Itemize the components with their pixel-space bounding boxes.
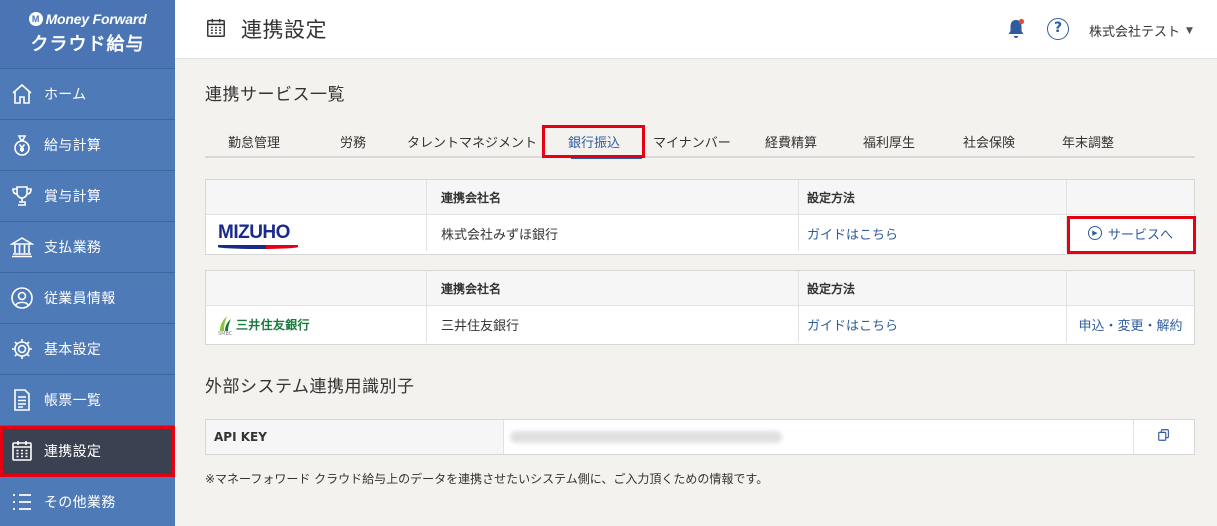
bank-name: 三井住友銀行 xyxy=(441,318,520,334)
mizuho-logo: MIZUHO xyxy=(218,222,298,249)
gear-icon xyxy=(10,337,34,361)
page-title: 連携設定 xyxy=(241,18,327,42)
main-content: 連携サービス一覧 勤怠管理 労務 タレントマネジメント 銀行振込 マイナンバー … xyxy=(175,59,1217,526)
smbc-logo-sub: SMBC xyxy=(218,331,233,337)
sidebar-item-employees[interactable]: 従業員情報 xyxy=(0,273,175,324)
sidebar-item-label: ホーム xyxy=(44,87,87,103)
tab-expenses[interactable]: 経費精算 xyxy=(765,132,817,151)
tab-year-end[interactable]: 年末調整 xyxy=(1062,132,1114,151)
sidebar-item-label: 賞与計算 xyxy=(44,189,102,205)
sidebar-item-bonus[interactable]: 賞与計算 xyxy=(0,171,175,222)
smbc-mark-icon: SMBC xyxy=(218,314,233,337)
table-header-row: 連携会社名 設定方法 xyxy=(206,271,1194,306)
top-header: 連携設定 ? 株式会社テスト ▼ xyxy=(175,0,1217,59)
sidebar-item-label: 連携設定 xyxy=(44,444,102,460)
api-key-masked xyxy=(510,431,782,443)
api-key-value[interactable] xyxy=(504,420,1134,454)
column-header-method: 設定方法 xyxy=(807,281,856,296)
sidebar-item-payment[interactable]: 支払業務 xyxy=(0,222,175,273)
service-tabs: 勤怠管理 労務 タレントマネジメント 銀行振込 マイナンバー 経費精算 福利厚生… xyxy=(205,125,1195,159)
brand-product: クラウド給与 xyxy=(30,34,145,55)
sidebar-item-integration-settings[interactable]: 連携設定 xyxy=(0,426,175,477)
bank-card-smbc: 連携会社名 設定方法 SMBC 三井住友銀行 三井住友銀行 ガイドはこちら 申込… xyxy=(205,270,1195,345)
services-section-title: 連携サービス一覧 xyxy=(205,85,345,105)
column-header-company: 連携会社名 xyxy=(441,281,502,296)
calendar-grid-icon xyxy=(10,439,34,463)
money-forward-mark-icon: M xyxy=(28,12,43,26)
api-key-row: API KEY xyxy=(205,419,1195,455)
brand-logo[interactable]: M Money Forward クラウド給与 xyxy=(0,0,175,69)
mizuho-swoosh xyxy=(218,245,298,249)
sidebar-item-payroll[interactable]: 給与計算 xyxy=(0,120,175,171)
column-header-method: 設定方法 xyxy=(807,190,856,205)
api-key-label: API KEY xyxy=(206,420,504,454)
sidebar-item-other[interactable]: その他業務 xyxy=(0,477,175,526)
sidebar-item-forms[interactable]: 帳票一覧 xyxy=(0,375,175,426)
table-header-row: 連携会社名 設定方法 xyxy=(206,180,1194,215)
document-icon xyxy=(10,388,34,412)
column-header-company: 連携会社名 xyxy=(441,190,502,205)
sidebar-item-basic-settings[interactable]: 基本設定 xyxy=(0,324,175,375)
sidebar-item-label: 帳票一覧 xyxy=(44,393,102,409)
calendar-grid-icon xyxy=(205,17,227,39)
bank-name: 株式会社みずほ銀行 xyxy=(441,227,559,243)
caret-down-icon: ▼ xyxy=(1186,25,1193,36)
bell-icon[interactable] xyxy=(1004,17,1028,41)
bank-card-mizuho: 連携会社名 設定方法 MIZUHO 株式会社みずほ銀行 ガイドはこちら ▶ サー… xyxy=(205,179,1196,255)
tab-attendance[interactable]: 勤怠管理 xyxy=(228,132,280,151)
bank-icon xyxy=(10,235,34,259)
tab-my-number[interactable]: マイナンバー xyxy=(653,132,731,151)
guide-link[interactable]: ガイドはこちら xyxy=(807,315,898,334)
yen-bag-icon xyxy=(10,133,34,157)
tab-social-insurance[interactable]: 社会保険 xyxy=(963,132,1015,151)
guide-link[interactable]: ガイドはこちら xyxy=(807,224,898,243)
mizuho-logo-text: MIZUHO xyxy=(218,222,290,243)
copy-button[interactable] xyxy=(1134,420,1194,454)
sidebar-item-label: 従業員情報 xyxy=(44,291,116,307)
trophy-icon xyxy=(10,184,34,208)
sidebar-item-label: 支払業務 xyxy=(44,240,102,256)
tab-talent[interactable]: タレントマネジメント xyxy=(407,132,537,151)
brand-name: Money Forward xyxy=(45,11,147,27)
highlight-box xyxy=(1067,216,1196,254)
highlight-box xyxy=(542,125,645,158)
company-name: 株式会社テスト xyxy=(1089,25,1181,40)
smbc-logo-text: 三井住友銀行 xyxy=(236,317,310,332)
sidebar-item-label: 給与計算 xyxy=(44,138,102,154)
smbc-logo: SMBC 三井住友銀行 xyxy=(218,314,310,337)
sidebar-item-label: その他業務 xyxy=(44,495,116,511)
api-key-note: ※マネーフォワード クラウド給与上のデータを連携させたいシステム側に、ご入力頂く… xyxy=(205,472,769,486)
table-row: MIZUHO 株式会社みずほ銀行 ガイドはこちら ▶ サービスへ xyxy=(206,215,1194,251)
user-icon xyxy=(10,286,34,310)
home-icon xyxy=(10,82,34,106)
help-icon[interactable]: ? xyxy=(1047,18,1069,40)
tab-labor[interactable]: 労務 xyxy=(340,132,366,151)
sidebar: M Money Forward クラウド給与 ホーム 給与計算 賞与計算 支払業務… xyxy=(0,0,175,526)
company-menu[interactable]: 株式会社テスト ▼ xyxy=(1089,21,1193,40)
copy-icon xyxy=(1157,428,1171,446)
tab-welfare[interactable]: 福利厚生 xyxy=(863,132,915,151)
list-icon xyxy=(10,490,34,514)
table-row: SMBC 三井住友銀行 三井住友銀行 ガイドはこちら 申込・変更・解約 xyxy=(206,306,1194,342)
apply-change-cancel-link[interactable]: 申込・変更・解約 xyxy=(1078,315,1182,334)
sidebar-item-home[interactable]: ホーム xyxy=(0,69,175,120)
sidebar-item-label: 基本設定 xyxy=(44,342,102,358)
external-id-section-title: 外部システム連携用識別子 xyxy=(205,377,415,397)
